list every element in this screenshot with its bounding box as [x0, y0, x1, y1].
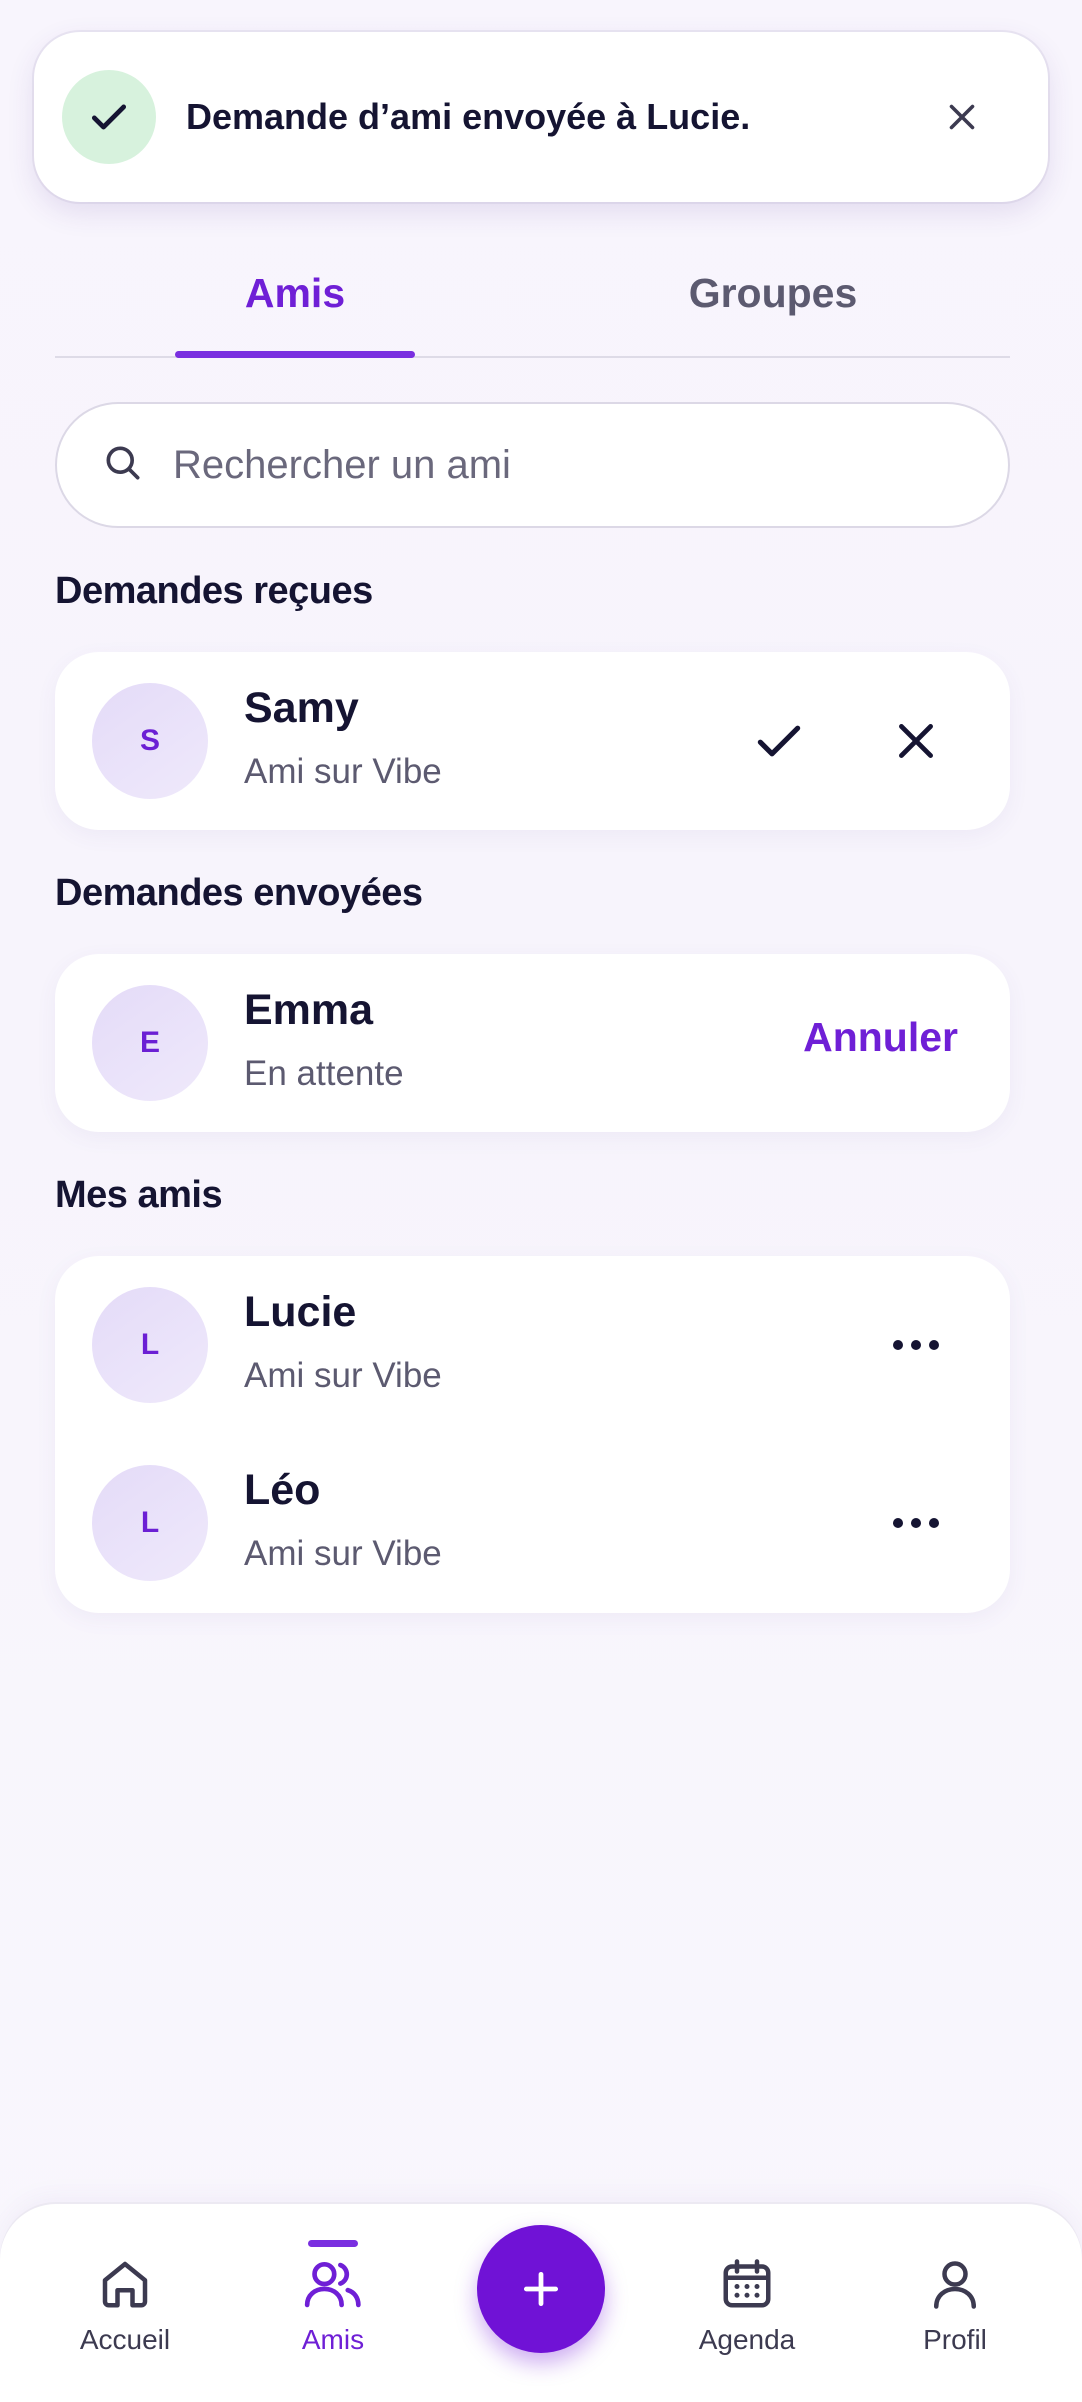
tab-groupes[interactable]: Groupes: [653, 270, 893, 317]
section-title-friends: Mes amis: [55, 1174, 223, 1216]
sent-requests-card: E Emma En attente Annuler: [55, 954, 1010, 1132]
close-icon: [899, 724, 933, 758]
toast-message: Demande d’ami envoyée à Lucie.: [186, 96, 751, 137]
more-options-button[interactable]: [876, 1305, 956, 1385]
accept-request-button[interactable]: [739, 701, 819, 781]
create-button[interactable]: [477, 2225, 605, 2353]
nav-label: Profil: [923, 2324, 987, 2355]
more-icon: [893, 1340, 939, 1350]
tab-amis[interactable]: Amis: [175, 270, 415, 317]
avatar: E: [92, 985, 208, 1101]
nav-label: Amis: [301, 2324, 365, 2355]
friend-name: Samy: [244, 684, 359, 732]
nav-label: Agenda: [698, 2324, 796, 2355]
avatar: S: [92, 683, 208, 799]
friend-name: Lucie: [244, 1288, 357, 1336]
avatar: L: [92, 1465, 208, 1581]
list-item: S Samy Ami sur Vibe: [55, 652, 1010, 830]
friend-name: Emma: [244, 986, 374, 1034]
plus-icon: [523, 2271, 559, 2307]
received-requests-card: S Samy Ami sur Vibe: [55, 652, 1010, 830]
tab-bar: Amis Groupes: [55, 250, 1010, 358]
section-title-received: Demandes reçues: [55, 570, 373, 612]
profile-icon: [880, 2244, 1030, 2314]
avatar: L: [92, 1287, 208, 1403]
close-icon[interactable]: [932, 87, 992, 147]
more-icon: [893, 1518, 939, 1528]
nav-item-amis[interactable]: Amis: [258, 2240, 408, 2384]
section-title-sent: Demandes envoyées: [55, 872, 423, 914]
friend-subtitle: Ami sur Vibe: [244, 1534, 442, 1573]
calendar-icon: [672, 2244, 822, 2314]
friend-name: Léo: [244, 1466, 321, 1514]
toast-notification: Demande d’ami envoyée à Lucie.: [34, 32, 1048, 202]
tab-active-indicator: [175, 351, 415, 358]
friend-subtitle: Ami sur Vibe: [244, 1356, 442, 1395]
friends-icon: [258, 2244, 408, 2314]
home-icon: [50, 2244, 200, 2314]
nav-item-profil[interactable]: Profil: [880, 2244, 1030, 2384]
check-icon: [757, 725, 801, 757]
search-icon: [101, 441, 145, 490]
nav-item-accueil[interactable]: Accueil: [50, 2244, 200, 2384]
nav-label: Accueil: [79, 2324, 171, 2355]
list-item[interactable]: L Léo Ami sur Vibe: [55, 1434, 1010, 1612]
search-bar[interactable]: [55, 402, 1010, 528]
check-icon: [62, 70, 156, 164]
nav-active-indicator: [308, 2240, 358, 2247]
request-status: En attente: [244, 1054, 404, 1093]
nav-item-agenda[interactable]: Agenda: [672, 2244, 822, 2384]
list-item: E Emma En attente Annuler: [55, 954, 1010, 1132]
decline-request-button[interactable]: [876, 701, 956, 781]
search-input[interactable]: [173, 442, 933, 488]
cancel-request-button[interactable]: Annuler: [803, 1014, 958, 1061]
friend-subtitle: Ami sur Vibe: [244, 752, 442, 791]
list-item[interactable]: L Lucie Ami sur Vibe: [55, 1256, 1010, 1434]
more-options-button[interactable]: [876, 1483, 956, 1563]
friends-card: L Lucie Ami sur Vibe L Léo Ami sur Vibe: [55, 1256, 1010, 1613]
